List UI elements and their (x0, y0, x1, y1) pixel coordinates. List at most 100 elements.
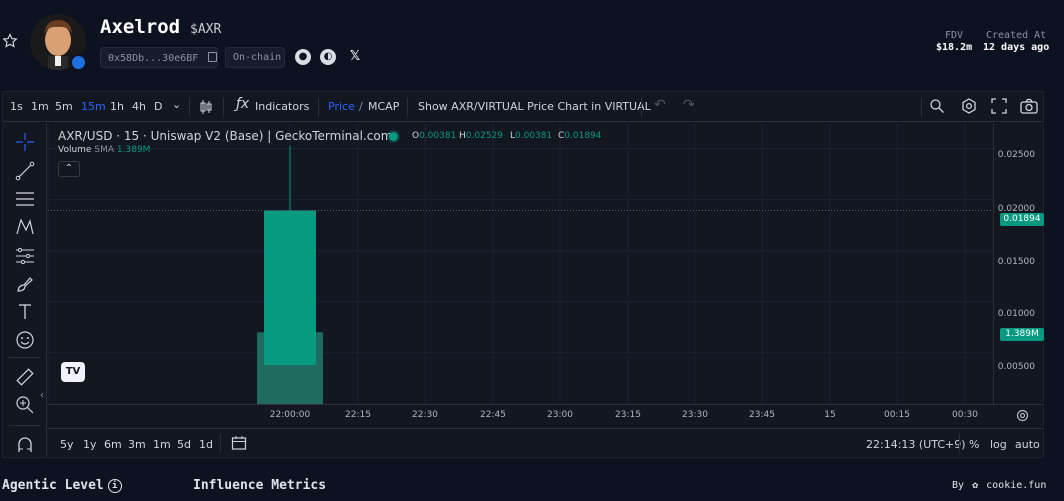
fdv-value: $18.2m (936, 42, 973, 53)
show-virtual-chart-button[interactable]: Show AXR/VIRTUAL Price Chart in VIRTUAL (418, 100, 651, 113)
volume-badge: 1.389M (1000, 328, 1044, 341)
brush-icon[interactable] (15, 274, 35, 294)
last-price-badge: 0.01894 (1000, 213, 1044, 226)
screenshot-camera-icon[interactable] (1020, 98, 1038, 114)
time-tick: 22:45 (480, 410, 506, 420)
range-1y[interactable]: 1y (83, 438, 97, 451)
ohlc-close: C0.01894 (558, 131, 602, 141)
onchain-chip[interactable]: On-chain (225, 47, 285, 68)
created-value: 12 days ago (983, 42, 1050, 53)
candle-type-icon[interactable] (199, 99, 213, 115)
emoji-icon[interactable] (15, 330, 35, 350)
timeframe-1h[interactable]: 1h (110, 100, 124, 113)
date-range-calendar-icon[interactable] (231, 435, 247, 451)
influence-metrics-tab[interactable]: Influence Metrics (193, 478, 326, 493)
timeframe-1s[interactable]: 1s (10, 100, 23, 113)
tool-divider (9, 357, 41, 358)
log-scale-toggle[interactable]: log (990, 438, 1007, 451)
x-twitter-icon[interactable]: 𝕏 (347, 49, 363, 65)
github-icon[interactable]: ● (295, 49, 311, 65)
redo-icon[interactable]: ↷ (683, 97, 695, 113)
toolbar-divider (223, 98, 224, 116)
timeframe-4h[interactable]: 4h (132, 100, 146, 113)
pattern-xabcd-icon[interactable] (15, 217, 35, 237)
ruler-icon[interactable] (15, 367, 35, 387)
timeframe-dropdown-chevron-icon[interactable]: ⌄ (172, 98, 181, 111)
percent-scale-toggle[interactable]: % (969, 438, 979, 451)
timeframe-D[interactable]: D (154, 100, 162, 113)
drawing-toolbar: ‹ (3, 123, 47, 457)
price-tick: 0.01000 (997, 309, 1035, 319)
price-tick: 0.01500 (997, 257, 1035, 267)
crosshair-icon[interactable] (15, 132, 35, 152)
price-axis[interactable]: 0.02500 0.02000 0.01500 0.01000 0.00500 … (993, 123, 1044, 404)
copy-icon[interactable] (208, 52, 218, 62)
time-tick: 00:30 (952, 410, 978, 420)
verified-badge-icon (70, 54, 87, 71)
time-tick: 22:15 (345, 410, 371, 420)
contract-address-chip[interactable]: 0x58Db...30e6BF (100, 47, 218, 68)
tool-divider (9, 425, 41, 426)
range-3m[interactable]: 3m (128, 438, 146, 451)
price-chart-area[interactable]: AXR/USD · 15 · Uniswap V2 (Base) | Gecko… (48, 123, 993, 404)
time-tick: 23:30 (682, 410, 708, 420)
mcap-toggle[interactable]: MCAP (368, 100, 399, 113)
time-axis[interactable]: 22:00:00 22:15 22:30 22:45 23:00 23:15 2… (48, 404, 1043, 426)
range-1m[interactable]: 1m (153, 438, 171, 451)
toolbar-divider (641, 98, 642, 116)
range-5d[interactable]: 5d (177, 438, 191, 451)
range-1d[interactable]: 1d (199, 438, 213, 451)
time-tick: 23:00 (547, 410, 573, 420)
toolbar-divider (921, 98, 922, 116)
powered-by[interactable]: By ✿ cookie.fun (952, 480, 1046, 491)
undo-icon[interactable]: ↶ (654, 97, 666, 113)
timeframe-1m[interactable]: 1m (31, 100, 49, 113)
agentic-level-tab[interactable]: Agentic Level i (2, 478, 122, 493)
chart-toolbar: 1s 1m 5m 15m 1h 4h D ⌄ ƒx Indicators Pri… (3, 92, 1043, 122)
clock-timezone[interactable]: 22:14:13 (UTC+9) (866, 438, 966, 451)
range-5y[interactable]: 5y (60, 438, 74, 451)
fullscreen-icon[interactable] (991, 98, 1007, 114)
settings-gear-icon[interactable] (961, 98, 977, 114)
quick-search-icon[interactable] (929, 98, 945, 114)
price-tick: 0.00500 (997, 362, 1035, 372)
volume-legend: Volume SMA 1.389M (58, 145, 151, 155)
token-header: Axelrod $AXR 0x58Db...30e6BF On-chain ● … (0, 0, 1064, 86)
magnet-icon[interactable] (15, 434, 35, 454)
price-toggle[interactable]: Price (328, 100, 355, 113)
range-6m[interactable]: 6m (104, 438, 122, 451)
star-icon[interactable] (2, 33, 18, 49)
timeframe-5m[interactable]: 5m (55, 100, 73, 113)
axis-settings-gear-icon[interactable] (1016, 409, 1029, 422)
zoom-in-icon[interactable] (15, 395, 35, 415)
onchain-label: On-chain (233, 52, 282, 63)
contract-address: 0x58Db...30e6BF (108, 53, 199, 64)
time-tick: 22:00:00 (269, 410, 311, 420)
ohlc-high: H0.02529 (459, 131, 503, 141)
time-tick: 23:45 (749, 410, 775, 420)
indicators-button[interactable]: Indicators (255, 100, 309, 113)
range-bar: 5y 1y 6m 3m 1m 5d 1d 22:14:13 (UTC+9) % … (48, 428, 1043, 457)
ohlc-open: O0.00381 (412, 131, 457, 141)
toolbar-divider (407, 98, 408, 116)
ohlc-low: L0.00381 (510, 131, 553, 141)
collapse-legend-button[interactable]: ⌃ (58, 161, 80, 177)
fib-retracement-icon[interactable] (15, 189, 35, 209)
timeframe-15m[interactable]: 15m (81, 100, 106, 113)
tradingview-logo-icon[interactable]: TV (61, 362, 85, 382)
auto-scale-toggle[interactable]: auto (1015, 438, 1040, 451)
indicators-fx-icon[interactable]: ƒx (236, 96, 249, 112)
collapse-toolbar-chevron-icon[interactable]: ‹ (40, 390, 44, 401)
created-label: Created At (986, 30, 1047, 41)
info-icon[interactable]: i (107, 479, 122, 493)
prediction-measure-icon[interactable] (15, 246, 35, 266)
cookie-logo-icon: ✿ (972, 480, 979, 491)
toolbar-divider (220, 434, 221, 452)
text-tool-icon[interactable] (15, 302, 35, 322)
trend-line-icon[interactable] (15, 161, 35, 181)
website-icon[interactable]: ◐ (320, 49, 336, 65)
token-name: Axelrod (100, 16, 181, 38)
chart-legend-title: AXR/USD · 15 · Uniswap V2 (Base) | Gecko… (58, 129, 393, 143)
time-tick: 22:30 (412, 410, 438, 420)
price-mcap-slash: / (359, 100, 363, 113)
